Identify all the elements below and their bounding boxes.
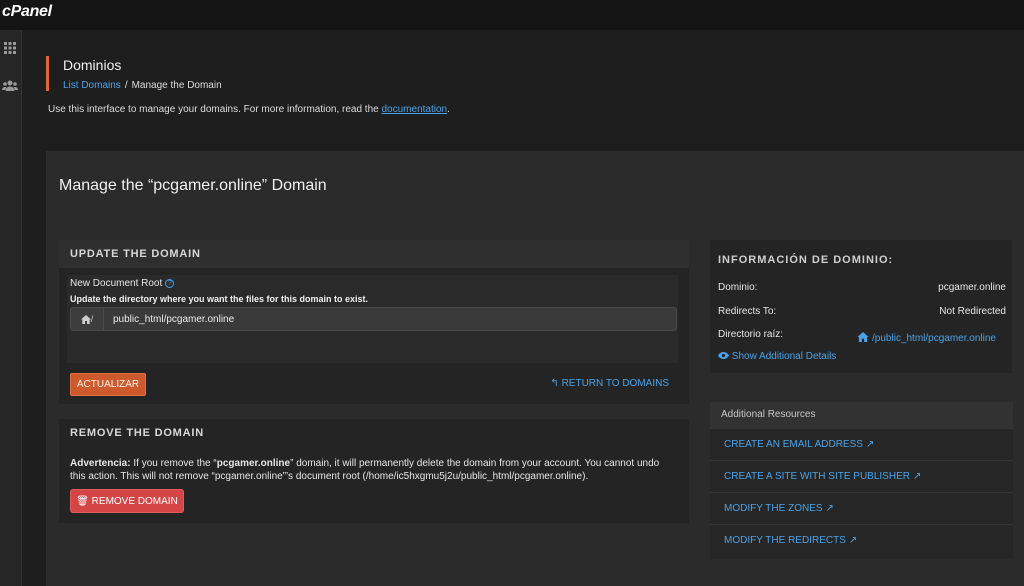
create-site-link[interactable]: CREATE A SITE WITH SITE PUBLISHER ↗ (710, 460, 1013, 492)
intro-end: . (447, 104, 450, 115)
info-row-label: Directorio raíz: (718, 329, 784, 340)
additional-resources-panel: Additional Resources CREATE AN EMAIL ADD… (710, 402, 1013, 559)
remove-domain-label: REMOVE DOMAIN (91, 495, 178, 507)
return-to-domains-label: RETURN TO DOMAINS (561, 378, 669, 389)
modify-zones-link[interactable]: MODIFY THE ZONES ↗ (710, 492, 1013, 524)
info-row-label: Dominio: (718, 282, 758, 293)
grid-icon[interactable] (0, 38, 20, 58)
warning-domain: pcgamer.online (216, 458, 291, 469)
document-root-help: Update the directory where you want the … (70, 294, 369, 304)
intro-text: Use this interface to manage your domain… (48, 104, 450, 115)
document-root-input-group: / (70, 307, 677, 331)
docroot-link-label: /public_html/pcgamer.online (872, 333, 996, 344)
document-root-prefix-slash: / (90, 314, 94, 324)
update-domain-panel: UPDATE THE DOMAIN New Document Root? Upd… (59, 240, 689, 404)
warning-label: Advertencia: (70, 458, 131, 469)
info-row-value: Not Redirected (939, 306, 1006, 317)
page-header: Dominios List Domains / Manage the Domain (46, 56, 222, 91)
breadcrumb: List Domains / Manage the Domain (63, 80, 222, 91)
document-root-prefix: / (70, 307, 103, 331)
trash-icon: 🗑 (76, 495, 89, 507)
cpanel-logo[interactable]: cPanel (2, 3, 52, 21)
external-link-icon: ↗ (848, 535, 858, 546)
breadcrumb-separator: / (124, 80, 128, 91)
remove-domain-heading: REMOVE THE DOMAIN (70, 427, 204, 439)
external-link-icon: ↗ (825, 503, 834, 514)
remove-warning: Advertencia: If you remove the “pcgamer.… (70, 457, 675, 483)
home-icon (80, 314, 91, 324)
remove-domain-panel: REMOVE THE DOMAIN Advertencia: If you re… (59, 419, 689, 523)
documentation-link[interactable]: documentation (382, 104, 448, 115)
breadcrumb-list-domains-link[interactable]: List Domains (63, 80, 121, 91)
domain-info-panel: INFORMACIÓN DE DOMINIO: Dominio: pcgamer… (710, 240, 1012, 373)
show-details-label: Show Additional Details (731, 351, 837, 362)
warning-text-a: If you remove the “ (130, 458, 217, 469)
resource-label: MODIFY THE REDIRECTS (724, 535, 846, 546)
intro-body: Use this interface to manage your domain… (48, 104, 382, 115)
info-row-label: Redirects To: (718, 306, 777, 317)
info-row-value: pcgamer.online (938, 282, 1006, 293)
top-bar: cPanel (0, 0, 1024, 30)
document-root-label-text: New Document Root (70, 278, 163, 289)
document-root-group: New Document Root? Update the directory … (67, 275, 678, 363)
help-icon[interactable]: ? (165, 279, 175, 288)
modify-redirects-link[interactable]: MODIFY THE REDIRECTS ↗ (710, 524, 1013, 556)
resource-label: CREATE A SITE WITH SITE PUBLISHER (724, 471, 910, 482)
update-button[interactable]: ACTUALIZAR (70, 373, 146, 396)
external-link-icon: ↗ (912, 471, 922, 482)
home-icon (857, 332, 869, 342)
return-to-domains-link[interactable]: ↰ RETURN TO DOMAINS (550, 378, 669, 389)
additional-resources-heading: Additional Resources (710, 402, 1013, 428)
document-root-label: New Document Root? (70, 278, 175, 289)
eye-icon (718, 352, 729, 359)
document-root-input[interactable] (103, 307, 677, 331)
domain-info-heading: INFORMACIÓN DE DOMINIO: (718, 254, 894, 266)
resource-label: CREATE AN EMAIL ADDRESS (724, 439, 863, 450)
manage-domain-title: Manage the “pcgamer.online” Domain (59, 177, 327, 194)
side-nav (0, 30, 22, 586)
docroot-link[interactable]: /public_html/pcgamer.online (857, 332, 996, 344)
update-domain-heading: UPDATE THE DOMAIN (59, 240, 689, 268)
users-icon[interactable] (0, 76, 20, 96)
resource-label: MODIFY THE ZONES (724, 503, 823, 514)
create-email-link[interactable]: CREATE AN EMAIL ADDRESS ↗ (710, 428, 1013, 460)
breadcrumb-current: Manage the Domain (131, 80, 222, 91)
show-additional-details-link[interactable]: Show Additional Details (718, 351, 836, 362)
page-title: Dominios (63, 57, 122, 73)
info-row-redirects: Redirects To: Not Redirected (718, 306, 1006, 317)
info-row-domain: Dominio: pcgamer.online (718, 282, 1006, 293)
manage-domain-card: Manage the “pcgamer.online” Domain UPDAT… (46, 151, 1024, 586)
external-link-icon: ↗ (865, 439, 875, 450)
info-row-docroot: Directorio raíz: /public_html/pcgamer.on… (718, 329, 1006, 344)
remove-domain-button[interactable]: 🗑 REMOVE DOMAIN (70, 489, 184, 513)
return-icon: ↰ (550, 378, 559, 389)
